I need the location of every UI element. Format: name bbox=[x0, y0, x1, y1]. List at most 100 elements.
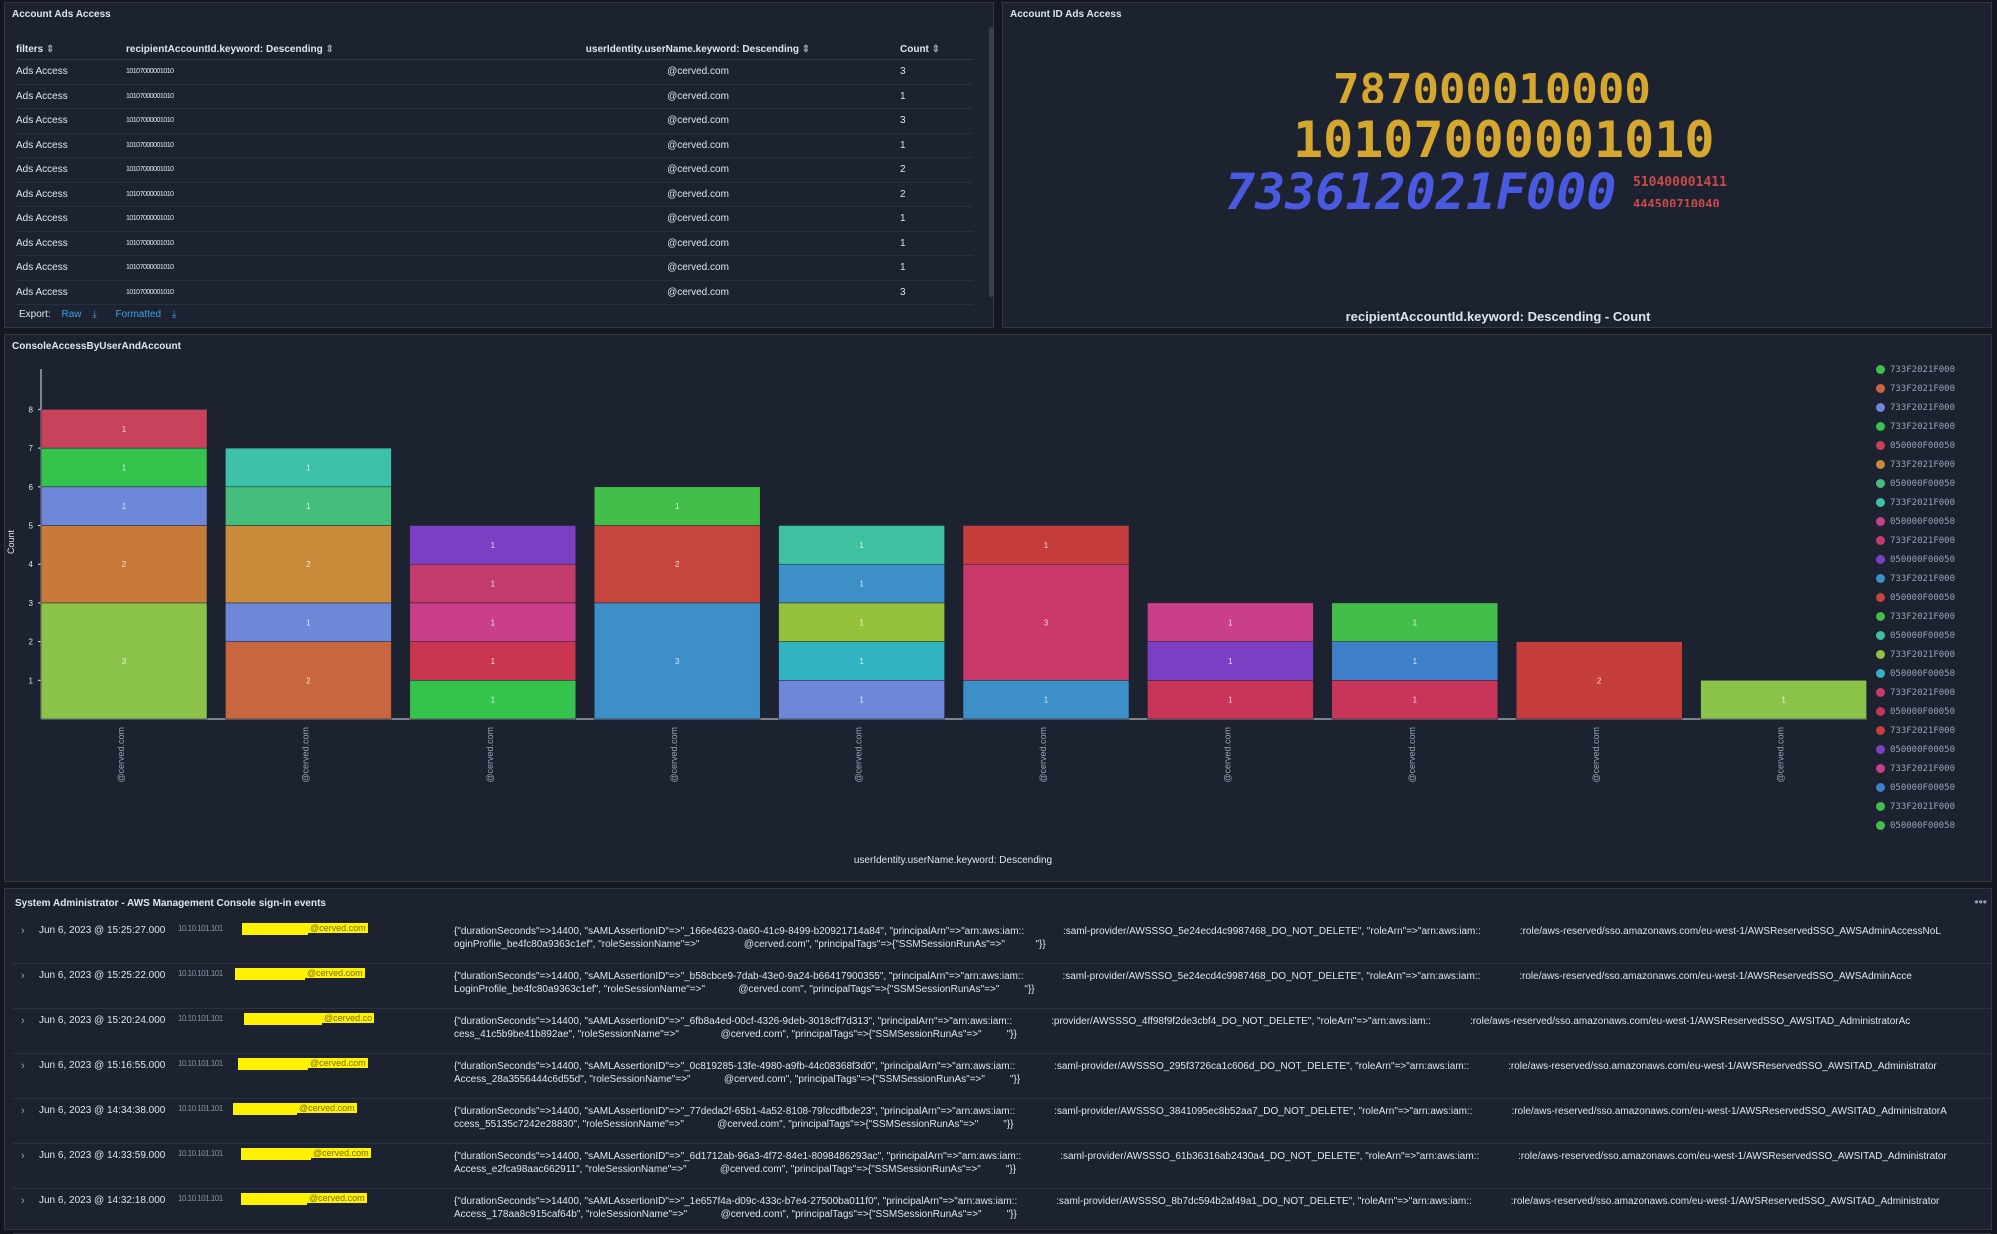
legend-item[interactable]: 050000F00050 bbox=[1876, 441, 1955, 451]
username-cell: @cerved.co bbox=[244, 1013, 375, 1025]
column-header-username[interactable]: userIdentity.userName.keyword: Descendin… bbox=[497, 39, 899, 60]
legend-swatch bbox=[1876, 707, 1885, 716]
expand-row-icon[interactable]: › bbox=[21, 925, 25, 937]
legend-item[interactable]: 050000F00050 bbox=[1876, 745, 1955, 755]
legend-item[interactable]: 050000F00050 bbox=[1876, 479, 1955, 489]
legend-swatch bbox=[1876, 669, 1885, 678]
table-row[interactable]: Ads Access 10107000001010 @cerved.com 2 bbox=[15, 182, 973, 207]
username-cell: @cerved.com bbox=[497, 59, 899, 85]
legend-item[interactable]: 733F2021F000 bbox=[1876, 574, 1955, 584]
account-id-ads-access-panel: Account ID Ads Access 787000010000 10107… bbox=[1002, 2, 1992, 328]
legend-item[interactable]: 050000F00050 bbox=[1876, 669, 1955, 679]
source-ip: 10.10.101.101 bbox=[178, 924, 223, 933]
console-access-chart-panel: ConsoleAccessByUserAndAccount 1234567832… bbox=[4, 334, 1992, 882]
expand-row-icon[interactable]: › bbox=[21, 1015, 25, 1027]
legend-swatch bbox=[1876, 631, 1885, 640]
event-message: {"durationSeconds"=>14400, "sAMLAssertio… bbox=[454, 1016, 1911, 1040]
legend-swatch bbox=[1876, 536, 1885, 545]
event-row[interactable]: › Jun 6, 2023 @ 15:25:22.000 10.10.101.101… bbox=[13, 964, 1991, 1009]
expand-row-icon[interactable]: › bbox=[21, 1060, 25, 1072]
legend-item[interactable]: 733F2021F000 bbox=[1876, 612, 1955, 622]
event-row[interactable]: › Jun 6, 2023 @ 14:34:38.000 10.10.101.101… bbox=[13, 1099, 1991, 1144]
legend-label: 733F2021F000 bbox=[1890, 498, 1956, 508]
legend-item[interactable]: 733F2021F000 bbox=[1876, 764, 1955, 774]
legend-swatch bbox=[1876, 650, 1885, 659]
username-cell: @cerved.com bbox=[497, 84, 899, 109]
event-message: {"durationSeconds"=>14400, "sAMLAssertio… bbox=[454, 971, 1912, 995]
legend-item[interactable]: 050000F00050 bbox=[1876, 631, 1955, 641]
event-row[interactable]: › Jun 6, 2023 @ 15:20:24.000 10.10.101.101… bbox=[13, 1009, 1991, 1054]
table-row[interactable]: Ads Access 10107000001010 @cerved.com 1 bbox=[15, 255, 973, 281]
legend-label: 050000F00050 bbox=[1890, 783, 1956, 793]
legend-swatch bbox=[1876, 555, 1885, 564]
table-row[interactable]: Ads Access 10107000001010 @cerved.com 2 bbox=[15, 157, 973, 183]
event-row[interactable]: › Jun 6, 2023 @ 15:16:55.000 10.10.101.101… bbox=[13, 1054, 1991, 1099]
username-cell: @cerved.com bbox=[242, 923, 368, 935]
legend-item[interactable]: 733F2021F000 bbox=[1876, 650, 1955, 660]
x-tick-label: @cerved.com bbox=[854, 727, 864, 783]
legend-item[interactable]: 050000F00050 bbox=[1876, 821, 1955, 831]
export-formatted-link[interactable]: Formatted ⤓ bbox=[115, 309, 184, 320]
source-ip: 10.10.101.101 bbox=[178, 969, 223, 978]
username-cell: @cerved.com bbox=[241, 1148, 371, 1160]
table-row[interactable]: Ads Access 10107000001010 @cerved.com 1 bbox=[15, 231, 973, 256]
bar-data-label: 1 bbox=[1413, 696, 1418, 705]
column-header-count[interactable]: Count ⇕ bbox=[899, 39, 973, 60]
legend-item[interactable]: 050000F00050 bbox=[1876, 555, 1955, 565]
username-cell: @cerved.com bbox=[241, 1193, 367, 1205]
legend-item[interactable]: 733F2021F000 bbox=[1876, 365, 1955, 375]
legend-label: 050000F00050 bbox=[1890, 669, 1956, 679]
legend-item[interactable]: 733F2021F000 bbox=[1876, 384, 1955, 394]
tag-cloud-word[interactable]: 10107000001010 bbox=[1293, 111, 1714, 169]
panel-options-icon[interactable]: ••• bbox=[1974, 895, 1987, 909]
username-cell: @cerved.com bbox=[497, 231, 899, 256]
legend-label: 733F2021F000 bbox=[1890, 365, 1956, 375]
legend-item[interactable]: 733F2021F000 bbox=[1876, 460, 1955, 470]
legend-swatch bbox=[1876, 802, 1885, 811]
legend-item[interactable]: 050000F00050 bbox=[1876, 783, 1955, 793]
expand-row-icon[interactable]: › bbox=[21, 970, 25, 982]
tag-cloud-word[interactable]: 510400001411 bbox=[1633, 175, 1727, 190]
column-header-filters[interactable]: filters ⇕ bbox=[15, 39, 125, 60]
event-row[interactable]: › Jun 6, 2023 @ 14:33:59.000 10.10.101.101… bbox=[13, 1144, 1991, 1189]
bar-data-label: 1 bbox=[122, 502, 127, 511]
legend-item[interactable]: 733F2021F000 bbox=[1876, 726, 1955, 736]
bar-data-label: 1 bbox=[859, 657, 864, 666]
y-tick-label: 1 bbox=[29, 676, 34, 685]
tag-cloud-word[interactable]: 787000010000 bbox=[1333, 65, 1651, 103]
legend-label: 733F2021F000 bbox=[1890, 536, 1956, 546]
legend-label: 050000F00050 bbox=[1890, 631, 1956, 641]
legend-item[interactable]: 050000F00050 bbox=[1876, 707, 1955, 717]
bar-data-label: 1 bbox=[1044, 541, 1049, 550]
legend-item[interactable]: 050000F00050 bbox=[1876, 517, 1955, 527]
legend-label: 050000F00050 bbox=[1890, 517, 1956, 527]
legend-item[interactable]: 733F2021F000 bbox=[1876, 536, 1955, 546]
event-row[interactable]: › Jun 6, 2023 @ 15:25:27.000 10.10.101.101… bbox=[13, 919, 1991, 964]
table-row[interactable]: Ads Access 10107000001010 @cerved.com 3 bbox=[15, 59, 973, 85]
column-header-account[interactable]: recipientAccountId.keyword: Descending ⇕ bbox=[125, 39, 497, 60]
export-raw-link[interactable]: Raw ⤓ bbox=[61, 309, 104, 320]
expand-row-icon[interactable]: › bbox=[21, 1195, 25, 1207]
legend-swatch bbox=[1876, 403, 1885, 412]
event-message: {"durationSeconds"=>14400, "sAMLAssertio… bbox=[454, 1151, 1947, 1175]
legend-item[interactable]: 733F2021F000 bbox=[1876, 498, 1955, 508]
legend-item[interactable]: 733F2021F000 bbox=[1876, 802, 1955, 812]
expand-row-icon[interactable]: › bbox=[21, 1105, 25, 1117]
export-label: Export: bbox=[19, 309, 51, 320]
table-row[interactable]: Ads Access 10107000001010 @cerved.com 3 bbox=[15, 280, 973, 305]
tag-cloud-word[interactable]: 733612021F000 bbox=[1225, 163, 1616, 211]
filter-cell: Ads Access bbox=[15, 255, 125, 281]
table-row[interactable]: Ads Access 10107000001010 @cerved.com 1 bbox=[15, 133, 973, 158]
table-scrollbar[interactable] bbox=[989, 27, 994, 297]
legend-item[interactable]: 733F2021F000 bbox=[1876, 403, 1955, 413]
event-row[interactable]: › Jun 6, 2023 @ 14:32:18.000 10.10.101.101… bbox=[13, 1189, 1991, 1234]
legend-swatch bbox=[1876, 783, 1885, 792]
legend-item[interactable]: 050000F00050 bbox=[1876, 593, 1955, 603]
legend-item[interactable]: 733F2021F000 bbox=[1876, 688, 1955, 698]
table-row[interactable]: Ads Access 10107000001010 @cerved.com 1 bbox=[15, 84, 973, 109]
tag-cloud-word[interactable]: 444500710040 bbox=[1633, 197, 1720, 207]
legend-item[interactable]: 733F2021F000 bbox=[1876, 422, 1955, 432]
table-row[interactable]: Ads Access 10107000001010 @cerved.com 1 bbox=[15, 206, 973, 232]
expand-row-icon[interactable]: › bbox=[21, 1150, 25, 1162]
table-row[interactable]: Ads Access 10107000001010 @cerved.com 3 bbox=[15, 108, 973, 134]
